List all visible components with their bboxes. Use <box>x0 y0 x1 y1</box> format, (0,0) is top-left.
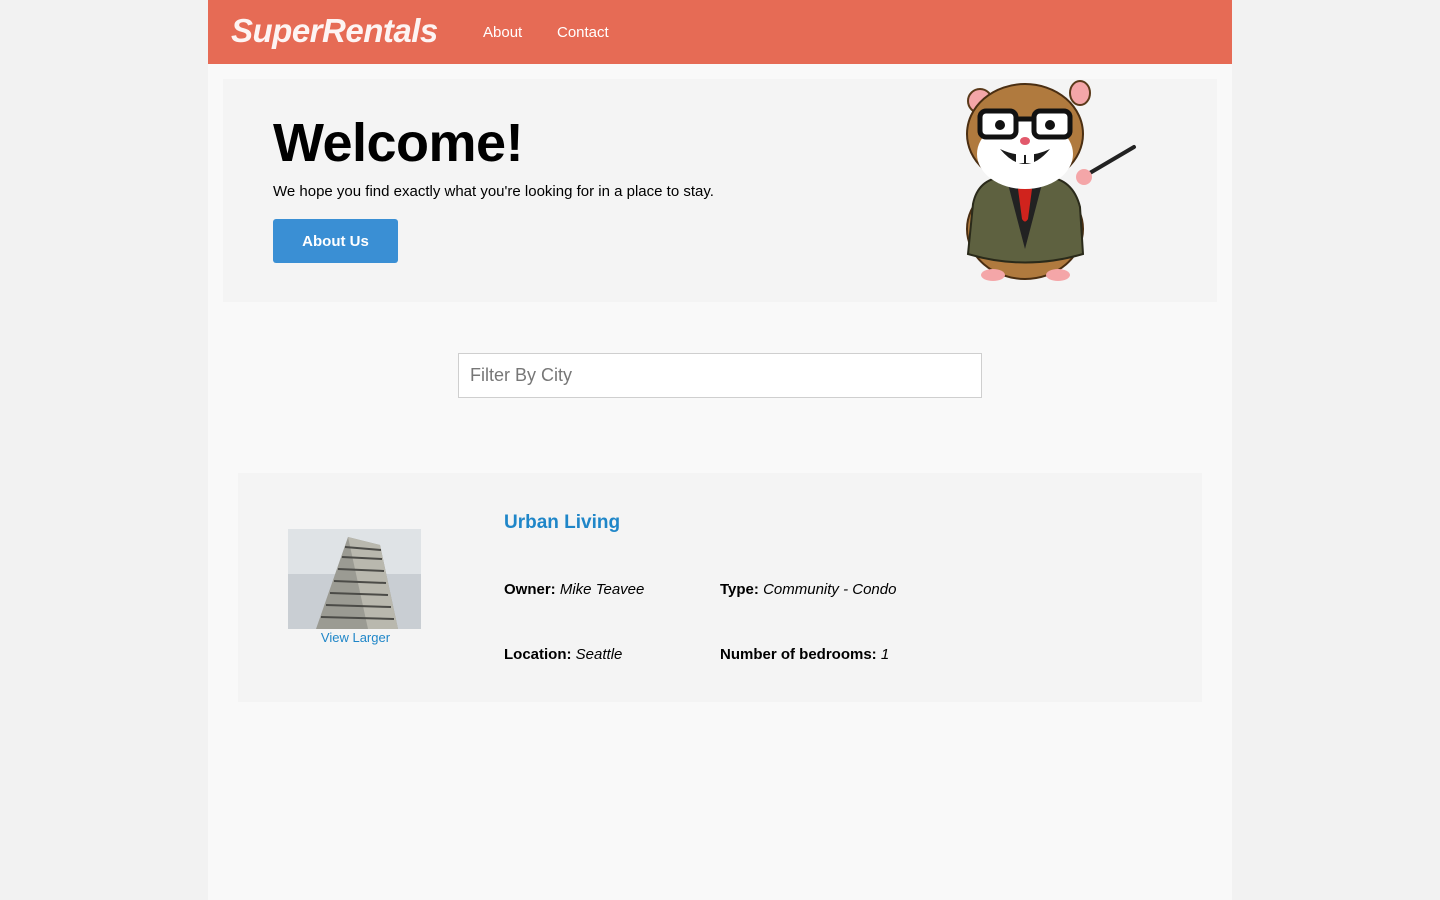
owner-detail: Owner: Mike Teavee <box>504 581 644 598</box>
view-larger-link[interactable]: View Larger <box>288 630 423 645</box>
type-label: Type: <box>720 581 759 598</box>
about-us-button[interactable]: About Us <box>273 219 398 263</box>
bedrooms-value: 1 <box>880 646 890 663</box>
location-value: Seattle <box>575 646 623 663</box>
brand-logo[interactable]: SuperRentals <box>231 12 438 50</box>
bedrooms-detail: Number of bedrooms: 1 <box>720 646 889 663</box>
bedrooms-label: Number of bedrooms: <box>720 646 877 663</box>
page: SuperRentals About Contact Welcome! We h… <box>208 0 1232 900</box>
building-image[interactable] <box>288 529 421 629</box>
mascot-icon <box>966 80 1136 281</box>
nav-contact-link[interactable]: Contact <box>557 24 609 41</box>
welcome-title: Welcome! <box>273 113 524 173</box>
nav-about-link[interactable]: About <box>483 24 522 41</box>
rental-listing: View Larger Urban Living Owner: Mike Tea… <box>238 473 1202 702</box>
location-detail: Location: Seattle <box>504 646 622 663</box>
filter-by-city-input[interactable] <box>458 353 982 398</box>
welcome-jumbotron: Welcome! We hope you find exactly what y… <box>223 79 1217 302</box>
type-value: Community - Condo <box>763 581 897 598</box>
listing-title-link[interactable]: Urban Living <box>504 512 620 534</box>
navbar: SuperRentals About Contact <box>208 0 1232 64</box>
location-label: Location: <box>504 646 572 663</box>
owner-label: Owner: <box>504 581 556 598</box>
welcome-subtitle: We hope you find exactly what you're loo… <box>273 183 714 200</box>
type-detail: Type: Community - Condo <box>720 581 896 598</box>
owner-value: Mike Teavee <box>559 581 645 598</box>
